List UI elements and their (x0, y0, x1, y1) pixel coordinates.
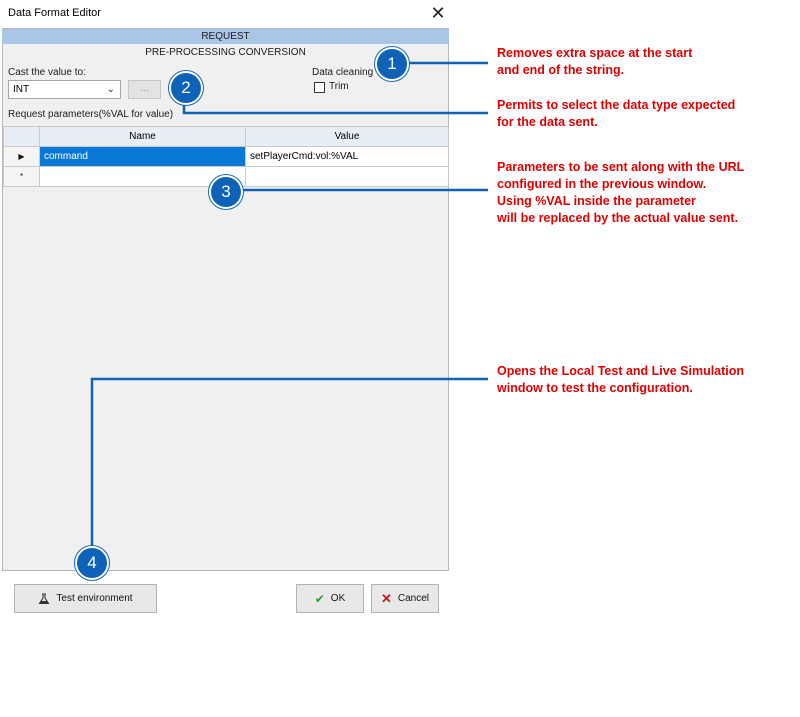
annotation-3: Parameters to be sent along with the URL… (497, 159, 744, 227)
annotation-4: Opens the Local Test and Live Simulation… (497, 363, 744, 397)
callout-line-4 (90, 377, 488, 550)
callout-badge-4: 4 (75, 546, 109, 580)
annotation-2: Permits to select the data type expected… (497, 97, 735, 131)
annotation-3-line-2: configured in the previous window. (497, 177, 707, 191)
annotation-4-line-2: window to test the configuration. (497, 381, 693, 395)
annotation-3-line-3: Using %VAL inside the parameter (497, 194, 696, 208)
annotation-1-line-1: Removes extra space at the start (497, 46, 693, 60)
callout-badge-3: 3 (209, 175, 243, 209)
callout-badge-2: 2 (169, 71, 203, 105)
annotation-1: Removes extra space at the start and end… (497, 45, 692, 79)
annotation-1-line-2: and end of the string. (497, 63, 625, 77)
annotation-4-line-1: Opens the Local Test and Live Simulation (497, 364, 745, 378)
annotation-2-line-1: Permits to select the data type expected (497, 98, 736, 112)
callout-badge-1: 1 (375, 47, 409, 81)
callout-line-2 (182, 96, 488, 115)
annotation-3-line-1: Parameters to be sent along with the URL (497, 160, 745, 174)
annotation-3-line-4: will be replaced by the actual value sen… (497, 211, 739, 225)
annotation-2-line-2: for the data sent. (497, 115, 598, 129)
